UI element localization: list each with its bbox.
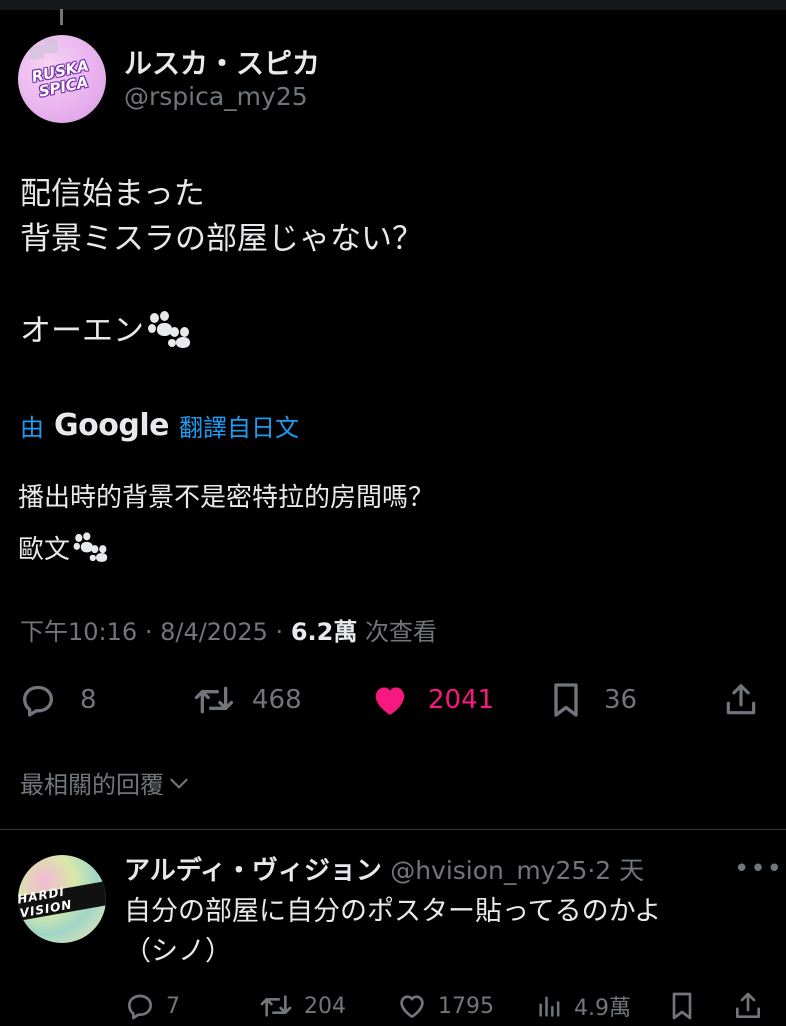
tweet-line: 配信始まった: [20, 176, 205, 212]
like-count: 2041: [428, 685, 495, 715]
reply-actions: 7 204 1795 4.9萬: [0, 986, 786, 1026]
paw-icon: [146, 311, 192, 348]
retweet-count: 468: [252, 685, 302, 715]
share-icon: [726, 684, 756, 715]
translation-suffix: 翻譯自日文: [178, 414, 299, 442]
thread-line: [60, 9, 63, 25]
reply-author-name[interactable]: アルディ・ヴィジョン: [124, 856, 382, 886]
reply-author-avatar[interactable]: HARDI VISION: [18, 855, 106, 943]
views-count[interactable]: 6.2萬: [291, 618, 358, 646]
reply-reply-button[interactable]: 7: [124, 986, 180, 1026]
reply-line: 自分の部屋に自分のポスター貼ってるのかよ: [124, 896, 662, 927]
reply-share-button[interactable]: [732, 986, 764, 1026]
tweet-line: オーエン: [20, 313, 144, 349]
reply-time[interactable]: 2 天: [595, 856, 644, 885]
translated-line-2: 歐文: [18, 524, 434, 576]
retweet-icon: [194, 686, 234, 714]
reply-views-button[interactable]: 4.9萬: [536, 986, 631, 1026]
reply-retweet-button[interactable]: 204: [258, 986, 346, 1026]
reply-header: アルディ・ヴィジョン @hvision_my25·2 天: [124, 850, 644, 887]
tweet-actions: 8 468 2041 36: [0, 672, 786, 728]
reply-text: 自分の部屋に自分のポスター貼ってるのかよ （シノ）: [124, 892, 661, 972]
reply-bookmark-button[interactable]: [668, 986, 696, 1026]
tweet-date[interactable]: 8/4/2025: [160, 618, 268, 646]
google-brand: Google: [54, 408, 169, 443]
reply-like-button[interactable]: 1795: [396, 986, 494, 1026]
share-button[interactable]: [722, 672, 760, 728]
author-handle[interactable]: @rspica_my25: [124, 82, 308, 111]
reply-like-count: 1795: [438, 993, 494, 1019]
reply-reply-count: 7: [166, 993, 180, 1019]
separator: ·: [144, 618, 153, 646]
reply-author-handle[interactable]: @hvision_my25: [390, 856, 587, 885]
retweet-button[interactable]: 468: [192, 672, 302, 728]
divider: [0, 829, 786, 830]
share-icon: [736, 992, 760, 1018]
bookmark-icon: [554, 683, 578, 717]
reply-views-count: 4.9萬: [574, 996, 631, 1021]
translated-line: 歐文: [18, 535, 71, 565]
replies-sort-dropdown[interactable]: 最相關的回覆: [20, 765, 192, 800]
avatar-logo: RUSKA SPICA: [30, 56, 93, 100]
reply-count: 8: [80, 685, 97, 715]
translation-attribution[interactable]: 由 Google 翻譯自日文: [20, 408, 299, 443]
heart-icon: [375, 687, 405, 715]
translated-text: 播出時的背景不是密特拉的房間嗎？ 歐文: [18, 472, 434, 576]
views-icon: [539, 996, 560, 1017]
reply-retweet-count: 204: [304, 993, 346, 1019]
separator: ·: [275, 618, 284, 646]
replies-sort-label: 最相關的回覆: [20, 771, 164, 799]
chevron-down-icon: [170, 778, 188, 788]
bookmark-icon: [672, 992, 692, 1020]
tweet-line: 背景ミスラの部屋じゃない？: [20, 221, 423, 257]
top-bar: [0, 0, 786, 10]
tweet-line-3: オーエン: [20, 309, 423, 354]
translated-line: 播出時的背景不是密特拉的房間嗎？: [18, 483, 435, 513]
reply-line: （シノ）: [124, 936, 232, 967]
translation-prefix: 由: [20, 414, 44, 442]
retweet-icon: [260, 995, 292, 1017]
avatar-decoration: [44, 39, 58, 53]
avatar-logo: HARDI VISION: [18, 884, 74, 921]
reply-icon: [23, 685, 53, 717]
author-avatar[interactable]: RUSKA SPICA: [18, 35, 106, 123]
heart-icon: [400, 995, 424, 1018]
like-button[interactable]: 2041: [370, 672, 494, 728]
more-icon[interactable]: •••: [734, 854, 783, 884]
tweet-meta: 下午10:16 · 8/4/2025 · 6.2萬 次查看: [20, 612, 437, 647]
reply-button[interactable]: 8: [18, 672, 97, 728]
views-label: 次查看: [364, 618, 437, 646]
tweet-time[interactable]: 下午10:16: [20, 618, 137, 646]
author-name[interactable]: ルスカ・スピカ: [124, 42, 320, 82]
paw-icon: [72, 532, 109, 562]
bookmark-button[interactable]: 36: [548, 672, 637, 728]
reply-icon: [128, 994, 152, 1020]
bookmark-count: 36: [604, 685, 638, 715]
avatar-decoration: [30, 45, 44, 59]
tweet-text: 配信始まった 背景ミスラの部屋じゃない？ オーエン: [20, 172, 423, 354]
